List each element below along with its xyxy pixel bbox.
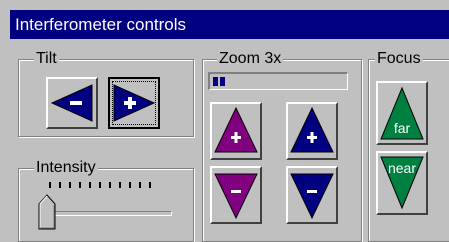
arrow-left-icon (50, 84, 93, 122)
intensity-tick (49, 182, 51, 188)
triangle-down-icon (290, 173, 334, 220)
zoom-navy-down-button[interactable] (286, 166, 338, 224)
zoom-progress-bar (208, 72, 348, 90)
intensity-tick (129, 182, 131, 188)
intensity-tick (149, 182, 151, 188)
intensity-group-label: Intensity (34, 158, 98, 178)
triangle-up-icon: far (380, 86, 424, 140)
zoom-navy-up-button[interactable] (286, 102, 338, 160)
focus-group-label: Focus (375, 49, 423, 69)
focus-near-label: near (388, 160, 416, 176)
intensity-tick (119, 182, 121, 188)
intensity-tick (59, 182, 61, 188)
tilt-group-label: Tilt (34, 49, 59, 69)
triangle-down-icon (214, 173, 258, 220)
triangle-down-icon: near (380, 156, 424, 210)
intensity-slider-thumb[interactable] (38, 194, 56, 230)
intensity-slider-track[interactable] (42, 211, 172, 216)
focus-far-button[interactable]: far (376, 81, 428, 145)
triangle-up-icon (214, 106, 258, 153)
intensity-tick (99, 182, 101, 188)
tilt-right-button[interactable] (108, 77, 160, 129)
focus-far-label: far (394, 120, 411, 136)
intensity-tick (69, 182, 71, 188)
focus-near-button[interactable]: near (376, 151, 428, 215)
tilt-left-button[interactable] (46, 77, 98, 129)
intensity-tick (89, 182, 91, 188)
intensity-tick (139, 182, 141, 188)
triangle-up-icon (290, 106, 334, 153)
zoom-purple-up-button[interactable] (210, 102, 262, 160)
arrow-right-icon (113, 84, 156, 122)
zoom-group-label: Zoom 3x (217, 49, 284, 69)
intensity-tick (79, 182, 81, 188)
intensity-tick (109, 182, 111, 188)
tilt-group: Tilt (18, 49, 194, 137)
window-title: Interferometer controls (10, 10, 449, 39)
zoom-purple-down-button[interactable] (210, 166, 262, 224)
controls-panel: Tilt Intensity Zoom 3x Focus far near (10, 39, 449, 242)
